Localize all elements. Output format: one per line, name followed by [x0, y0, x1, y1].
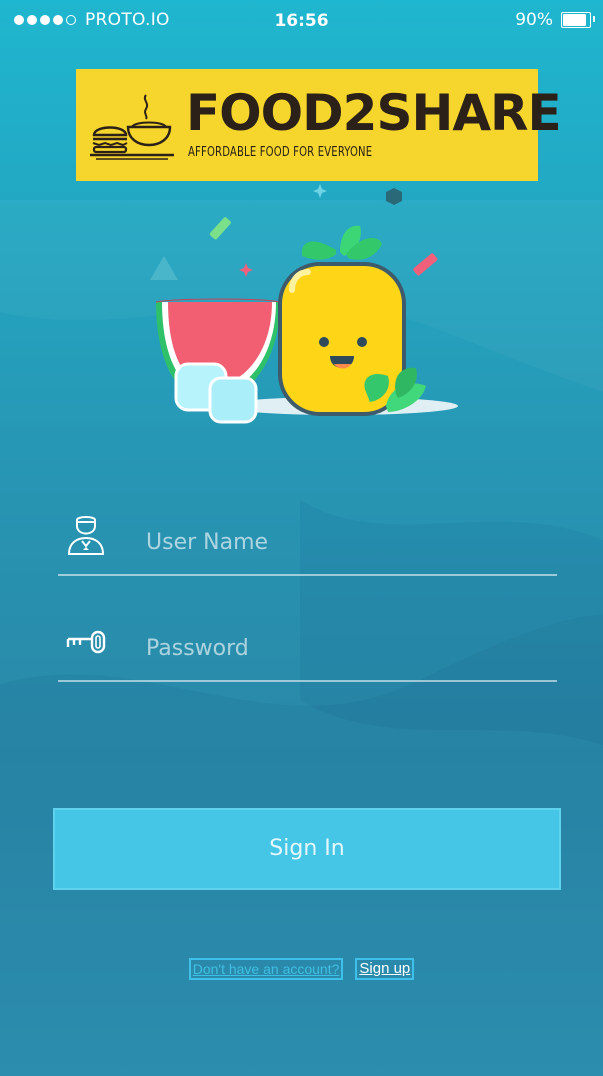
battery-icon	[561, 12, 595, 28]
logo-tagline: AFFORDABLE FOOD FOR EVERYONE	[188, 145, 373, 160]
confetti-star	[313, 184, 327, 198]
status-bar: PROTO.IO 16:56 90%	[0, 0, 603, 40]
no-account-text: Don't have an account?	[188, 958, 344, 980]
sign-up-link[interactable]: Sign up	[355, 958, 415, 980]
password-field	[58, 620, 557, 682]
confetti-star	[239, 263, 253, 277]
confetti-strip	[413, 253, 438, 276]
battery-fill	[563, 14, 587, 26]
username-field	[58, 514, 557, 576]
logo-banner: FOOD2SHARE AFFORDABLE FOOD FOR EVERYONE	[76, 69, 562, 181]
battery-indicator: 90%	[515, 10, 595, 30]
confetti-hexagon	[386, 188, 402, 205]
confetti-strip	[209, 217, 231, 240]
battery-percent: 90%	[515, 10, 553, 30]
fruit-mascot-illustration	[150, 184, 458, 424]
password-input[interactable]	[146, 628, 546, 668]
confetti-triangle	[150, 256, 178, 280]
user-icon	[67, 516, 105, 555]
username-input[interactable]	[146, 522, 546, 562]
food-plate-icon	[90, 94, 174, 160]
key-icon	[66, 630, 106, 654]
footer-links: Don't have an account? Sign up	[0, 958, 603, 980]
sign-in-button[interactable]: Sign In	[53, 808, 561, 890]
status-time: 16:56	[274, 11, 329, 31]
logo-title: FOOD2SHARE	[186, 84, 562, 142]
